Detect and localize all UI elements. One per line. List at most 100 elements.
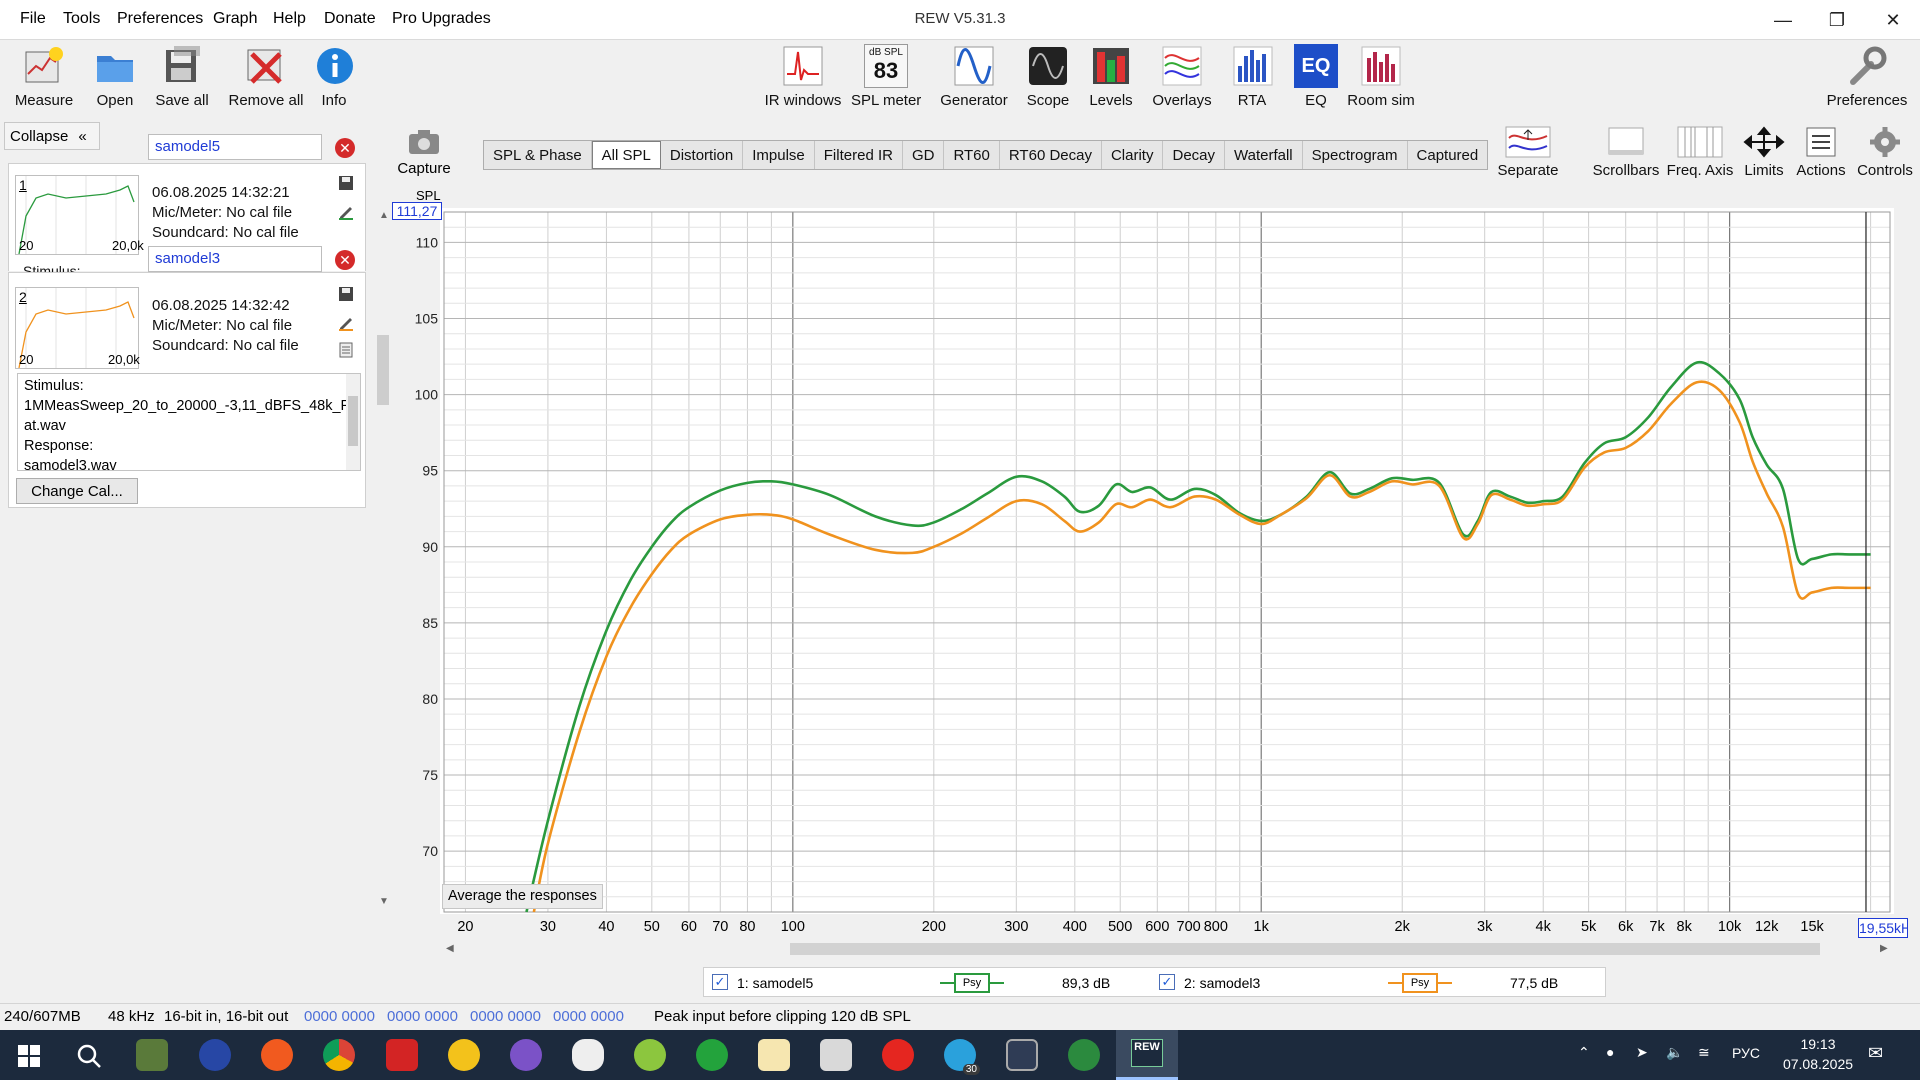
maximize-button[interactable]: ❐	[1810, 0, 1864, 40]
measurement-card-2[interactable]: 2 20 20,0k 06.08.2025 14:32:42 Mic/Meter…	[8, 272, 366, 508]
spl-meter-button[interactable]: dB SPL 83 SPL meter	[851, 44, 921, 109]
tab-all-spl[interactable]: All SPL	[591, 141, 661, 169]
tab-clarity[interactable]: Clarity	[1102, 141, 1164, 169]
tab-distortion[interactable]: Distortion	[661, 141, 744, 169]
series-line-1[interactable]	[525, 360, 1871, 913]
thumbnail-2[interactable]: 2 20 20,0k	[15, 287, 140, 369]
tray-chevron-up-icon[interactable]: ⌃	[1578, 1044, 1590, 1061]
viber-icon[interactable]	[510, 1039, 542, 1071]
open-button[interactable]: Open	[90, 44, 140, 109]
mp3-app-icon[interactable]	[136, 1039, 168, 1071]
notes-icon[interactable]	[337, 341, 355, 359]
panel-scrollbar[interactable]: ▲ ▼	[376, 210, 390, 910]
thumbnail-1[interactable]: 1 20 20,0k	[15, 175, 144, 255]
menu-graph[interactable]: Graph	[213, 10, 257, 28]
save-all-button[interactable]: Save all	[153, 44, 211, 109]
spl-graph[interactable]: 70 75 80 85 90 95 100 105 110 Average the respon…	[415, 208, 1894, 914]
controls-button[interactable]: Controls	[1855, 126, 1915, 179]
limits-button[interactable]: Limits	[1741, 126, 1787, 179]
taskbar-app-icon-2[interactable]	[199, 1039, 231, 1071]
tab-spectrogram[interactable]: Spectrogram	[1303, 141, 1408, 169]
save-measurement-icon[interactable]	[337, 174, 355, 192]
eq-button[interactable]: EQ EQ	[1294, 44, 1338, 109]
yandex-icon[interactable]	[882, 1039, 914, 1071]
measure-button[interactable]: Measure	[12, 44, 76, 109]
taskbar-app-icon-16[interactable]	[1068, 1039, 1100, 1071]
video-app-icon[interactable]	[1006, 1039, 1038, 1071]
series-line-2[interactable]	[532, 380, 1871, 913]
tray-viber-icon[interactable]: ●	[1606, 1044, 1614, 1060]
psy-button-1[interactable]: Psy	[954, 973, 990, 993]
rta-button[interactable]: RTA	[1231, 44, 1273, 109]
notifications-icon[interactable]: ✉	[1868, 1043, 1883, 1064]
scrollbars-button[interactable]: Scrollbars	[1591, 126, 1661, 179]
taskbar-app-icon-10[interactable]	[696, 1039, 728, 1071]
generator-button[interactable]: Generator	[938, 44, 1010, 109]
psy-button-2[interactable]: Psy	[1402, 973, 1438, 993]
menu-donate[interactable]: Donate	[324, 10, 376, 28]
overlays-button[interactable]: Overlays	[1151, 44, 1213, 109]
minimize-button[interactable]: —	[1756, 0, 1810, 40]
taskbar-app-icon-12[interactable]	[820, 1039, 852, 1071]
remove-all-button[interactable]: Remove all	[226, 44, 306, 109]
spl-chart[interactable]: 70 75 80 85 90 95 100 105 110	[415, 208, 1894, 914]
preferences-button[interactable]: Preferences	[1826, 44, 1908, 109]
tab-decay[interactable]: Decay	[1163, 141, 1226, 169]
tray-language[interactable]: РУС	[1732, 1045, 1760, 1061]
actions-button[interactable]: Actions	[1796, 126, 1846, 179]
graph-scrollbar[interactable]: ◀ ▶	[440, 941, 1895, 957]
close-window-button[interactable]: ✕	[1866, 0, 1920, 40]
tab-rt60[interactable]: RT60	[944, 141, 1000, 169]
series-1-checkbox[interactable]: ✓	[712, 974, 728, 990]
legend-bar: ✓ 1: samodel5 Psy 89,3 dB ✓ 2: samodel3 …	[703, 967, 1606, 997]
search-icon[interactable]	[76, 1043, 102, 1069]
tray-telegram-icon[interactable]: ➤	[1636, 1044, 1648, 1061]
taskbar-app-icon-6[interactable]	[448, 1039, 480, 1071]
measurement-name-input-1[interactable]: samodel5	[148, 134, 322, 160]
taskbar-app-icon-8[interactable]	[572, 1039, 604, 1071]
tab-spl-phase[interactable]: SPL & Phase	[484, 141, 592, 169]
room-sim-button[interactable]: Room sim	[1347, 44, 1415, 109]
edit-pen-2-icon[interactable]	[337, 313, 355, 331]
tray-volume-icon[interactable]: 🔈	[1666, 1044, 1683, 1061]
remove-measurement-1-icon[interactable]: ✕	[335, 138, 355, 158]
levels-button[interactable]: Levels	[1087, 44, 1135, 109]
tab-impulse[interactable]: Impulse	[743, 141, 815, 169]
change-cal-button[interactable]: Change Cal...	[16, 478, 138, 504]
menu-help[interactable]: Help	[273, 10, 306, 28]
telegram-icon[interactable]: 30	[944, 1039, 980, 1075]
separate-button[interactable]: Separate	[1495, 126, 1561, 179]
edit-pen-icon[interactable]	[337, 202, 355, 220]
collapse-button[interactable]: Collapse «	[4, 122, 100, 150]
tab-waterfall[interactable]: Waterfall	[1225, 141, 1303, 169]
stimulus-scrollbar[interactable]	[346, 374, 360, 470]
menu-pro-upgrades[interactable]: Pro Upgrades	[392, 10, 491, 28]
tray-time[interactable]: 19:13	[1788, 1036, 1848, 1052]
tab-rt60-decay[interactable]: RT60 Decay	[1000, 141, 1102, 169]
ir-windows-button[interactable]: IR windows	[762, 44, 844, 109]
taskbar-app-icon-3[interactable]	[261, 1039, 293, 1071]
scope-button[interactable]: Scope	[1025, 44, 1071, 109]
tray-date[interactable]: 07.08.2025	[1776, 1056, 1860, 1072]
taskbar-app-icon-5[interactable]	[386, 1039, 418, 1071]
tab-captured[interactable]: Captured	[1408, 141, 1488, 169]
freq-axis-button[interactable]: Freq. Axis	[1666, 126, 1734, 179]
menu-tools[interactable]: Tools	[63, 10, 100, 28]
notepad-icon[interactable]	[758, 1039, 790, 1071]
average-responses-button[interactable]: Average the responses	[442, 884, 603, 909]
capture-button[interactable]: Capture	[396, 128, 452, 177]
save-measurement-2-icon[interactable]	[337, 285, 355, 303]
tab-filtered-ir[interactable]: Filtered IR	[815, 141, 903, 169]
tab-gd[interactable]: GD	[903, 141, 945, 169]
menu-preferences[interactable]: Preferences	[117, 10, 203, 28]
rew-taskbar-button[interactable]: REW	[1116, 1030, 1178, 1080]
tray-network-icon[interactable]: ≅	[1698, 1044, 1710, 1061]
measurement-name-input-2[interactable]: samodel3	[148, 246, 322, 272]
menu-file[interactable]: File	[20, 10, 46, 28]
chrome-icon[interactable]	[323, 1039, 355, 1071]
windows-start-icon[interactable]	[18, 1045, 40, 1067]
info-button[interactable]: Info	[313, 44, 355, 109]
taskbar-app-icon-9[interactable]	[634, 1039, 666, 1071]
series-2-checkbox[interactable]: ✓	[1159, 974, 1175, 990]
remove-measurement-2-icon[interactable]: ✕	[335, 250, 355, 270]
